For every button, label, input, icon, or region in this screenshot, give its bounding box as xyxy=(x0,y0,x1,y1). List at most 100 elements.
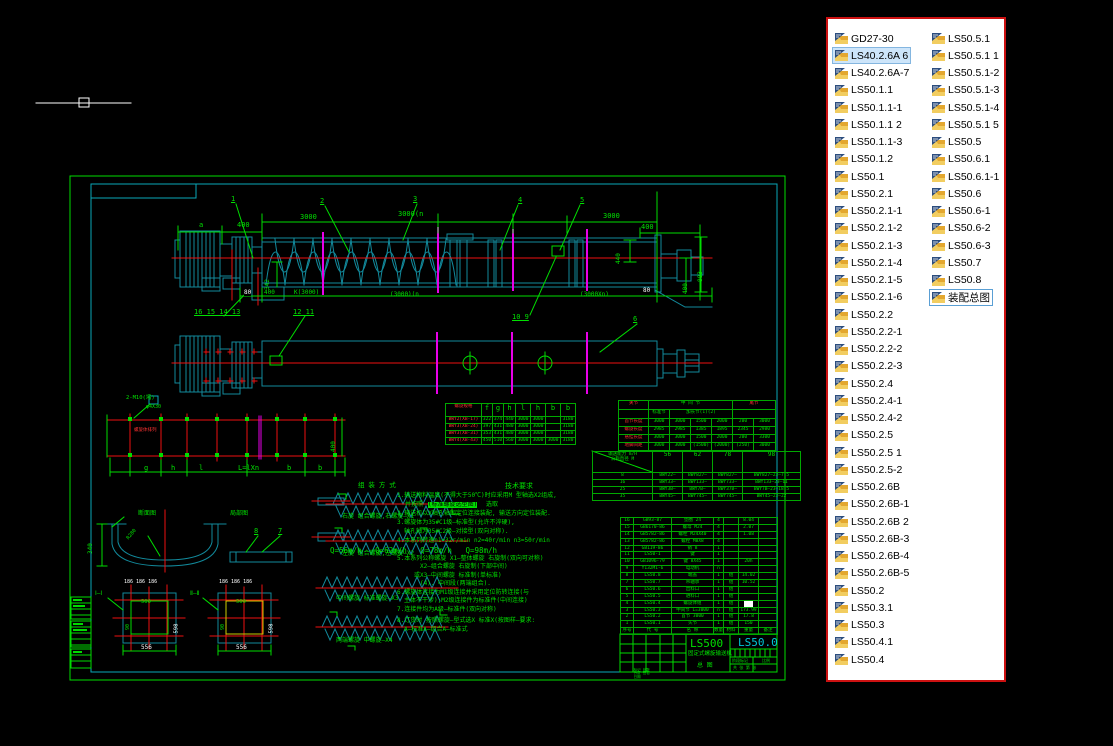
file-item[interactable]: LS50.5.1-4 xyxy=(930,100,1001,115)
table-cell: 组 xyxy=(724,614,739,621)
table-cell: 组 xyxy=(724,621,739,628)
table-cell xyxy=(759,580,778,587)
file-item[interactable]: LS50.2.1-3 xyxy=(833,238,904,253)
dwg-file-icon xyxy=(932,102,945,113)
file-item[interactable]: LS50.1 xyxy=(833,169,886,184)
table-cell: 9 xyxy=(621,566,634,573)
drawing-label: Q=56m/h Q=62m/h Q=78m/h Q=98m/h xyxy=(330,547,497,555)
drawing-label: 3.螺旋体为35#C1级—标准型(允许不淬硬), xyxy=(397,520,515,526)
file-item[interactable]: LS40.2.6A 6 xyxy=(833,48,910,63)
file-item[interactable]: 装配总图 xyxy=(930,290,992,305)
dwg-file-icon xyxy=(932,119,945,130)
dwg-file-icon xyxy=(835,206,848,217)
file-item[interactable]: LS50.6.1-1 xyxy=(930,169,1001,184)
table-cell: 螺栓 M24X40 xyxy=(672,532,714,539)
file-item[interactable]: LS50.2.1 xyxy=(833,186,895,201)
dwg-file-icon xyxy=(932,240,945,251)
file-item[interactable]: LS50.7 xyxy=(930,255,983,270)
drawing-label: 400 xyxy=(237,222,250,229)
file-item[interactable]: LS50.2.1-1 xyxy=(833,204,904,219)
dwg-file-icon xyxy=(932,68,945,79)
table-cell: 3180 xyxy=(561,431,576,438)
file-item[interactable]: LS50.5.1-3 xyxy=(930,83,1001,98)
file-item[interactable]: LS50.6 xyxy=(930,186,983,201)
file-item[interactable]: LS50.2 xyxy=(833,583,886,598)
table-cell: 6 xyxy=(621,587,634,594)
file-item-label: GD27-30 xyxy=(851,33,894,45)
file-item-label: LS50.6 xyxy=(948,188,981,200)
table-cell xyxy=(724,532,739,539)
table-cell: n xyxy=(714,608,724,615)
file-item[interactable]: LS50.3 xyxy=(833,618,886,633)
file-item[interactable]: LS50.4.1 xyxy=(833,635,895,650)
file-item[interactable]: LS50.2.4-2 xyxy=(833,411,904,426)
file-item[interactable]: LS50.8 xyxy=(930,273,983,288)
file-item[interactable]: LS50.2.4-1 xyxy=(833,393,904,408)
file-item[interactable]: LS50.6-2 xyxy=(930,221,993,236)
file-item[interactable]: LS50.6.1 xyxy=(930,152,992,167)
file-item[interactable]: LS50.5 xyxy=(930,135,983,150)
file-item[interactable]: LS50.6-1 xyxy=(930,204,993,219)
file-item-label: LS50.5.1-2 xyxy=(948,67,999,79)
file-item[interactable]: LS50.5.1 xyxy=(930,31,992,46)
file-item-label: LS50.5.1 xyxy=(948,33,990,45)
file-item[interactable]: LS50.2.6B-5 xyxy=(833,566,911,581)
file-item[interactable]: LS50.2.5 xyxy=(833,428,895,443)
file-item[interactable]: LS50.4 xyxy=(833,652,886,667)
file-item[interactable]: LS50.2.6B 2 xyxy=(833,514,911,529)
file-item[interactable]: LS50.2.2-2 xyxy=(833,342,904,357)
file-item[interactable]: LS50.2.6B xyxy=(833,480,902,495)
file-item[interactable]: LS50.2.6B-1 xyxy=(833,497,911,512)
table-cell: l xyxy=(516,404,531,417)
file-item[interactable]: LS50.1.1-3 xyxy=(833,135,904,150)
file-item[interactable]: LS50.1.2 xyxy=(833,152,895,167)
cad-viewport[interactable]: 123456a40030003000(n30004004408834003428… xyxy=(0,0,1113,746)
table-cell: BWY133— xyxy=(683,480,713,487)
file-item[interactable]: LS50.2.2-3 xyxy=(833,359,904,374)
file-item[interactable]: LS40.2.6A-7 xyxy=(833,66,911,81)
file-item[interactable]: LS50.3.1 xyxy=(833,600,895,615)
file-item[interactable]: LS50.2.5-2 xyxy=(833,462,904,477)
file-item[interactable]: LS50.2.1-4 xyxy=(833,255,904,270)
table-cell: 374 xyxy=(493,417,504,424)
file-item[interactable]: LS50.6-3 xyxy=(930,238,993,253)
file-item[interactable]: LS50.2.2-1 xyxy=(833,324,904,339)
table-cell: 螺旋规格 xyxy=(446,404,482,417)
file-item[interactable]: LS50.1.1 2 xyxy=(833,117,904,132)
drawing-label: 598 xyxy=(270,624,276,634)
file-item[interactable]: LS50.5.1-2 xyxy=(930,66,1001,81)
file-item[interactable]: LS50.2.1-6 xyxy=(833,290,904,305)
drawing-label: (标准螺旋选型图) xyxy=(428,502,477,508)
table-cell xyxy=(759,539,778,546)
table-cell: 备注 xyxy=(759,628,778,635)
dwg-file-icon xyxy=(932,206,945,217)
table-cell: b xyxy=(546,404,561,417)
file-item[interactable]: LS50.2.1-2 xyxy=(833,221,904,236)
file-item[interactable]: LS50.2.6B-4 xyxy=(833,549,911,564)
file-item[interactable]: LS50.2.1-5 xyxy=(833,273,904,288)
file-item[interactable]: GD27-30 xyxy=(833,31,896,46)
table-cell: BWY3B— xyxy=(653,487,683,494)
table-cell: 螺旋长度 xyxy=(619,427,649,435)
dwg-file-icon xyxy=(835,482,848,493)
file-item[interactable]: LS50.2.5 1 xyxy=(833,445,904,460)
table-cell xyxy=(739,539,759,546)
table-cell: BWY7B—23—18.5 xyxy=(743,487,801,494)
table-cell xyxy=(759,621,778,628)
dwg-file-icon xyxy=(835,533,848,544)
drawing-label: 两端螺旋 中螺旋—X4 xyxy=(336,638,392,644)
drawing-label: 断面图 xyxy=(138,511,156,517)
table-cell xyxy=(759,573,778,580)
file-item[interactable]: LS50.2.2 xyxy=(833,307,895,322)
file-item[interactable]: LS50.5.1 1 xyxy=(930,48,1001,63)
drawing-label: 局部图 xyxy=(230,511,248,517)
file-item[interactable]: LS50.1.1 xyxy=(833,83,895,98)
file-item[interactable]: LS50.2.4 xyxy=(833,376,895,391)
file-item-label: LS50.1.1-3 xyxy=(851,136,902,148)
file-item[interactable]: LS50.1.1-1 xyxy=(833,100,904,115)
table-cell: 首节 3000 xyxy=(672,614,714,621)
file-item-label: LS50.5 xyxy=(948,136,981,148)
file-item[interactable]: LS50.5.1 5 xyxy=(930,117,1001,132)
file-item[interactable]: LS50.2.6B-3 xyxy=(833,531,911,546)
dwg-file-icon xyxy=(835,257,848,268)
